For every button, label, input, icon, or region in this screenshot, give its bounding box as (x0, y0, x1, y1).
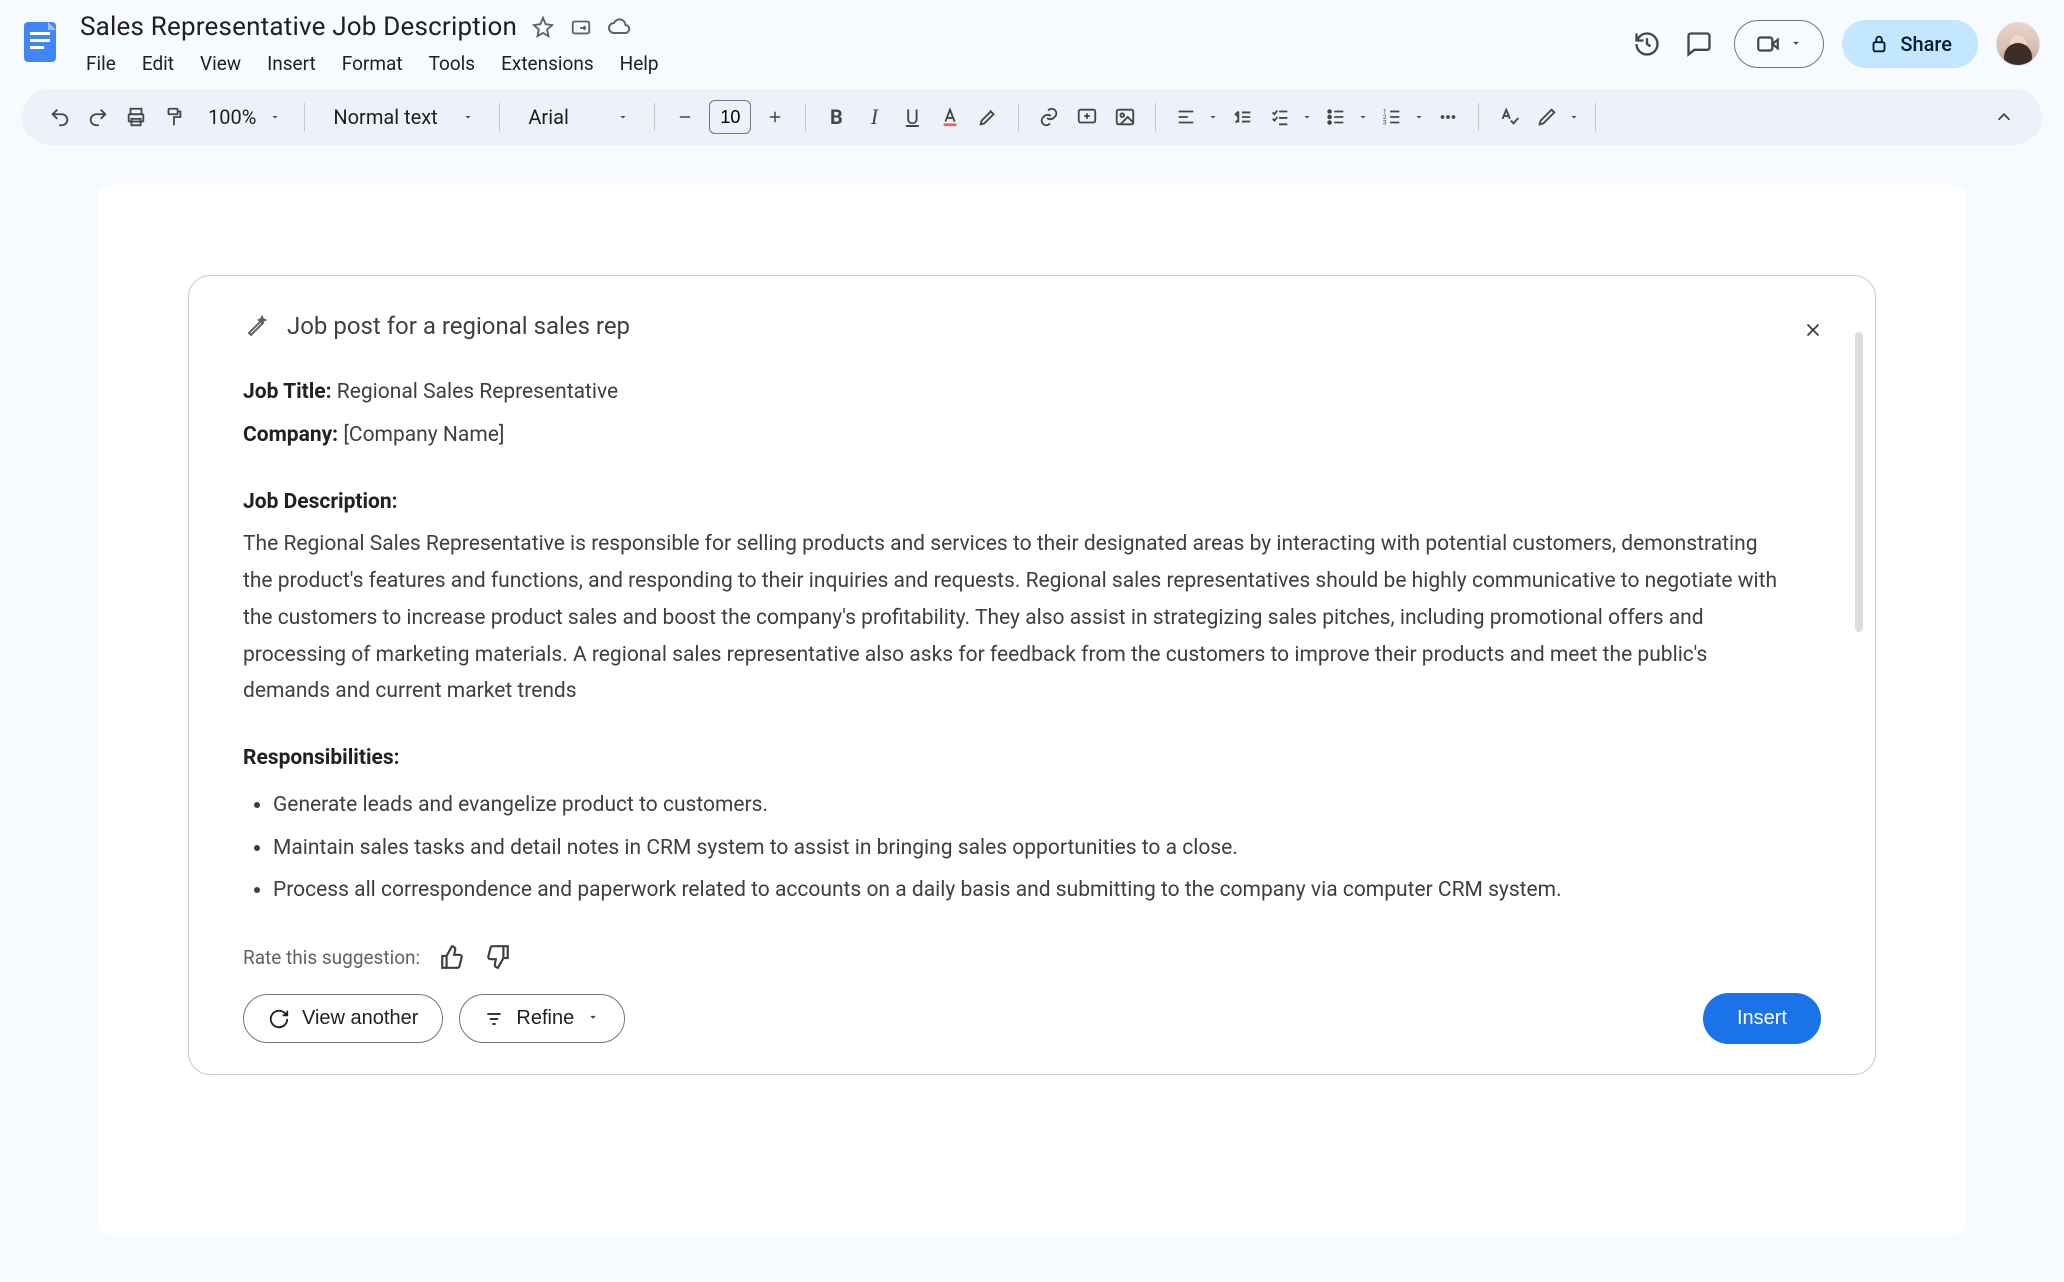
cloud-status-icon[interactable] (607, 15, 631, 39)
account-avatar[interactable] (1996, 22, 2040, 66)
chevron-down-icon (266, 111, 284, 123)
toolbar: 100% Normal text Arial B I U 123 (22, 89, 2042, 145)
insert-link-button[interactable] (1031, 99, 1067, 135)
suggestion-prompt-title: Job post for a regional sales rep (287, 312, 630, 340)
docs-app-icon[interactable] (14, 16, 66, 68)
checklist-button[interactable] (1262, 99, 1298, 135)
menu-bar: File Edit View Insert Format Tools Exten… (74, 42, 1630, 81)
separator (1155, 103, 1156, 131)
print-button[interactable] (118, 99, 154, 135)
insert-label: Insert (1737, 1007, 1787, 1029)
move-icon[interactable] (569, 15, 593, 39)
job-description-label: Job Description: (243, 490, 398, 514)
underline-button[interactable]: U (894, 99, 930, 135)
menu-format[interactable]: Format (330, 46, 415, 81)
separator (654, 103, 655, 131)
bulleted-list-button[interactable] (1318, 99, 1354, 135)
chevron-down-icon (586, 1007, 600, 1030)
redo-button[interactable] (80, 99, 116, 135)
more-button[interactable] (1430, 99, 1466, 135)
star-icon[interactable] (531, 15, 555, 39)
separator (304, 103, 305, 131)
font-select[interactable]: Arial (512, 105, 642, 129)
text-color-button[interactable] (932, 99, 968, 135)
history-icon[interactable] (1630, 27, 1664, 61)
suggestion-body: Job Title: Regional Sales Representative… (243, 374, 1821, 915)
menu-file[interactable]: File (74, 46, 128, 81)
share-button[interactable]: Share (1842, 20, 1978, 68)
spellcheck-button[interactable] (1491, 99, 1527, 135)
separator (1595, 103, 1596, 131)
insert-comment-button[interactable] (1069, 99, 1105, 135)
responsibility-item: Maintain sales tasks and detail notes in… (273, 830, 1781, 867)
app-header: Sales Representative Job Description Fil… (0, 0, 2064, 81)
company-label: Company: (243, 423, 338, 447)
chevron-down-icon[interactable] (1565, 111, 1583, 123)
comments-icon[interactable] (1682, 27, 1716, 61)
meet-button[interactable] (1734, 20, 1824, 68)
responsibility-item: Process all correspondence and paperwork… (273, 872, 1781, 909)
thumbs-up-button[interactable] (438, 943, 466, 971)
paint-format-button[interactable] (156, 99, 192, 135)
view-another-label: View another (302, 1007, 418, 1030)
italic-button[interactable]: I (856, 99, 892, 135)
undo-button[interactable] (42, 99, 78, 135)
menu-tools[interactable]: Tools (417, 46, 488, 81)
font-size-input[interactable] (709, 100, 751, 134)
bold-button[interactable]: B (818, 99, 854, 135)
close-button[interactable] (1799, 316, 1827, 344)
responsibility-item: Generate leads and evangelize product to… (273, 787, 1781, 824)
doc-title[interactable]: Sales Representative Job Description (80, 12, 517, 42)
separator (805, 103, 806, 131)
ai-suggestion-card: Job post for a regional sales rep Job Ti… (188, 275, 1876, 1075)
insert-image-button[interactable] (1107, 99, 1143, 135)
separator (1018, 103, 1019, 131)
refine-label: Refine (516, 1007, 574, 1030)
chevron-down-icon[interactable] (1298, 111, 1316, 123)
increase-font-size-button[interactable] (757, 99, 793, 135)
chevron-down-icon (614, 111, 632, 123)
magic-wand-icon (243, 313, 269, 339)
menu-help[interactable]: Help (608, 46, 671, 81)
job-description-body: The Regional Sales Representative is res… (243, 526, 1781, 710)
align-button[interactable] (1168, 99, 1204, 135)
refine-button[interactable]: Refine (459, 994, 625, 1043)
company-value: [Company Name] (343, 423, 504, 447)
chevron-down-icon (1789, 34, 1803, 55)
chevron-down-icon[interactable] (1410, 111, 1428, 123)
view-another-button[interactable]: View another (243, 994, 443, 1043)
insert-button[interactable]: Insert (1703, 993, 1821, 1044)
job-title-label: Job Title: (243, 380, 332, 404)
menu-insert[interactable]: Insert (255, 46, 328, 81)
menu-extensions[interactable]: Extensions (489, 46, 606, 81)
paragraph-style-select[interactable]: Normal text (317, 105, 487, 129)
zoom-value: 100% (208, 105, 256, 129)
document-page: Job post for a regional sales rep Job Ti… (98, 185, 1966, 1235)
scrollbar[interactable] (1855, 332, 1863, 632)
decrease-font-size-button[interactable] (667, 99, 703, 135)
separator (1478, 103, 1479, 131)
menu-view[interactable]: View (188, 46, 253, 81)
zoom-select[interactable]: 100% (194, 105, 292, 129)
chevron-down-icon[interactable] (1204, 111, 1222, 123)
editing-mode-button[interactable] (1529, 99, 1565, 135)
font-value: Arial (528, 105, 568, 129)
rate-label: Rate this suggestion: (243, 946, 420, 969)
chevron-down-icon (459, 111, 477, 123)
separator (499, 103, 500, 131)
line-spacing-button[interactable] (1224, 99, 1260, 135)
thumbs-down-button[interactable] (484, 943, 512, 971)
menu-edit[interactable]: Edit (130, 46, 186, 81)
chevron-down-icon[interactable] (1354, 111, 1372, 123)
numbered-list-button[interactable]: 123 (1374, 99, 1410, 135)
paragraph-style-value: Normal text (333, 105, 437, 129)
responsibilities-label: Responsibilities: (243, 746, 400, 770)
job-title-value: Regional Sales Representative (337, 380, 618, 404)
highlight-button[interactable] (970, 99, 1006, 135)
collapse-toolbar-button[interactable] (1986, 99, 2022, 135)
share-label: Share (1900, 32, 1952, 56)
svg-text:3: 3 (1383, 118, 1387, 126)
